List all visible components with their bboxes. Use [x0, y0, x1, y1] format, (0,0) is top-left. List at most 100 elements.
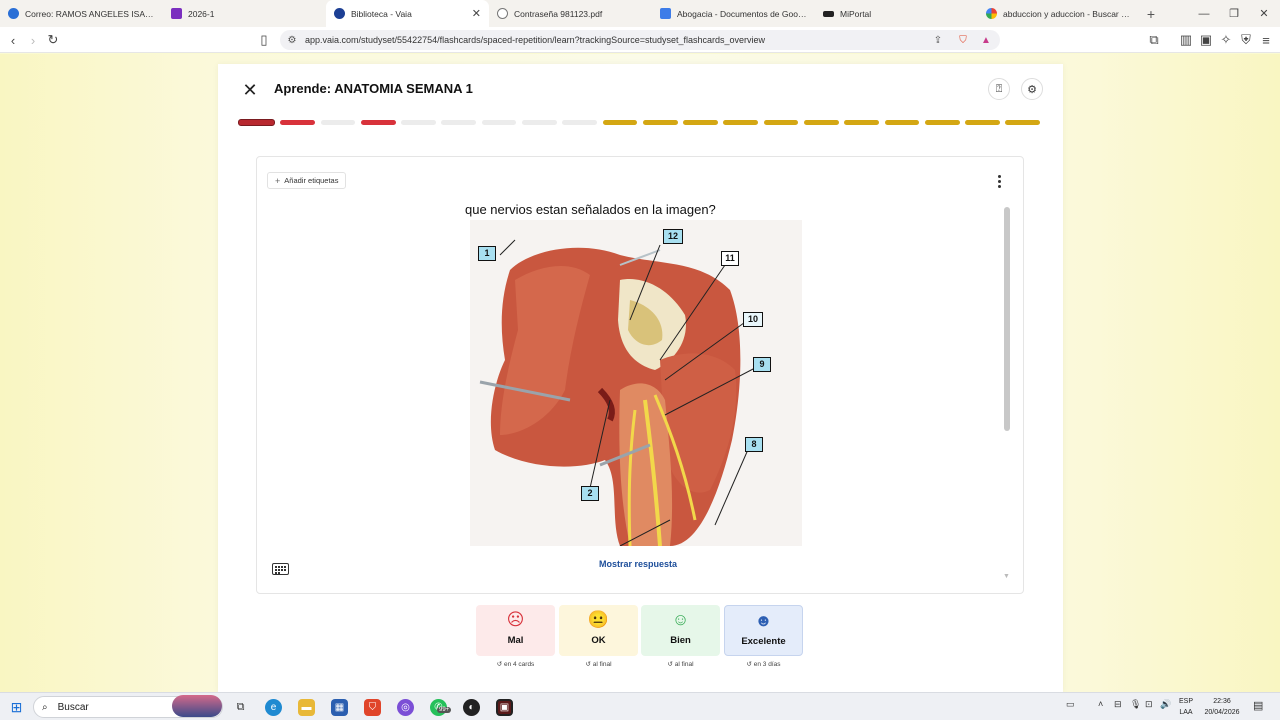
browser-tab[interactable]: Contraseña 981123.pdf [489, 0, 652, 27]
tab-label: Abogacia - Documentos de Google [677, 8, 807, 19]
progress-segment [884, 120, 920, 125]
extensions-icon[interactable]: ⧉ [1146, 32, 1162, 48]
display-icon[interactable]: ▭ [1066, 699, 1075, 710]
progress-bar [238, 119, 1041, 126]
progress-segment [683, 120, 718, 125]
search-highlight-image[interactable] [172, 695, 222, 717]
close-window-icon[interactable]: ✕ [1248, 0, 1280, 27]
onenote-icon [171, 8, 182, 19]
progress-segment [441, 120, 477, 125]
label-box: 12 [663, 229, 683, 244]
app-icon[interactable]: ◐ [463, 699, 480, 716]
show-answer-link[interactable]: Mostrar respuesta [599, 559, 677, 569]
address-bar[interactable]: ⚙ app.vaia.com/studyset/55422754/flashca… [280, 30, 1000, 50]
rate-bad-button[interactable]: ☹ Mal [476, 605, 555, 656]
progress-segment [401, 120, 436, 125]
browser-tab[interactable]: Correo: RAMOS ANGELES ISABEL CH [0, 0, 163, 27]
wallet-icon[interactable]: ▣ [1198, 32, 1214, 48]
close-tab-icon[interactable]: ✕ [472, 7, 481, 20]
scroll-down-icon[interactable]: ▼ [1003, 573, 1010, 580]
keyboard-icon[interactable] [272, 563, 289, 575]
card-layout-icon[interactable]: ⍰ [988, 78, 1010, 100]
rate-label: Bien [670, 635, 691, 646]
browser-tab[interactable]: abduccion y aduccion - Buscar con G [978, 0, 1141, 27]
file-explorer-icon[interactable]: ▬ [298, 699, 315, 716]
browser-tab-active[interactable]: Biblioteca - Vaia ✕ [326, 0, 489, 27]
anatomy-image: 1 12 11 10 9 8 2 [470, 220, 802, 546]
google-icon [986, 8, 997, 19]
system-clock[interactable]: 22:36 20/04/2026 [1200, 696, 1244, 718]
browser-navbar: ‹ › ↻ ▯ ⚙ app.vaia.com/studyset/55422754… [0, 27, 1280, 53]
rate-ok-button[interactable]: 😐 OK [559, 605, 638, 656]
more-options-icon[interactable] [993, 172, 1005, 190]
page-title: Aprende: ANATOMIA SEMANA 1 [274, 81, 473, 96]
brave-icon[interactable]: ⛉ [364, 699, 381, 716]
progress-segment [280, 120, 316, 125]
usb-icon[interactable]: ⊟ [1114, 699, 1122, 710]
brave-shield-icon[interactable]: ⛉ [957, 34, 969, 46]
card-scrollbar[interactable] [1004, 207, 1010, 431]
microphone-icon[interactable]: 🎙 [1130, 699, 1141, 710]
progress-segment [924, 120, 960, 125]
restore-icon[interactable]: ❐ [1218, 0, 1250, 27]
clock-time: 22:36 [1213, 698, 1231, 705]
store-icon[interactable]: ▦ [331, 699, 348, 716]
new-tab-icon[interactable]: + [1141, 6, 1161, 22]
lang-line1: ESP [1178, 698, 1193, 705]
rate-interval-note: ↺ al final [585, 661, 612, 668]
reload-icon[interactable]: ↻ [45, 32, 61, 48]
site-info-icon[interactable]: ⚙ [286, 34, 298, 46]
sidebar-icon[interactable]: ▥ [1178, 32, 1194, 48]
back-icon[interactable]: ‹ [5, 32, 21, 48]
bookmark-icon[interactable]: ▯ [256, 32, 272, 48]
edge-icon[interactable]: e [265, 699, 282, 716]
active-app-icon[interactable]: ▣ [496, 699, 513, 716]
question-text: que nervios estan señalados en la imagen… [465, 202, 716, 217]
gear-icon[interactable]: ⚙ [1021, 78, 1043, 100]
menu-icon[interactable]: ≡ [1258, 32, 1274, 48]
smile-face-icon: ☺ [671, 610, 690, 629]
progress-segment [965, 120, 1000, 125]
whatsapp-badge: 99+ [437, 707, 452, 713]
chevron-up-icon[interactable]: ˄ [1098, 699, 1103, 709]
leo-ai-icon[interactable]: ✧ [1218, 32, 1234, 48]
browser-tab[interactable]: 2026-1 [163, 0, 326, 27]
task-view-icon[interactable]: ⧉ [232, 699, 249, 716]
vpn-icon[interactable]: ⛨ [1238, 32, 1254, 48]
tab-label: Biblioteca - Vaia [351, 8, 412, 19]
rate-note-text: al final [674, 661, 694, 668]
network-icon[interactable]: ⊡ [1145, 699, 1153, 710]
minimize-icon[interactable]: — [1188, 0, 1220, 27]
brave-rewards-icon[interactable]: ▲ [980, 34, 992, 46]
add-tags-button[interactable]: + Añadir etiquetas [267, 172, 347, 189]
rate-note-text: en 4 cards [503, 661, 535, 668]
progress-segment [602, 120, 638, 125]
rate-note-text: al final [592, 661, 612, 668]
forward-icon[interactable]: › [25, 32, 41, 48]
browser-tab[interactable]: Abogacia - Documentos de Google [652, 0, 815, 27]
close-icon[interactable]: ✕ [241, 81, 259, 99]
browser-tab[interactable]: MiPortal [815, 0, 978, 27]
rate-excellent-button[interactable]: ☻ Excelente [724, 605, 803, 656]
progress-segment [803, 120, 839, 125]
progress-segment [360, 120, 396, 125]
search-icon: ⌕ [42, 701, 48, 713]
progress-segment [763, 120, 799, 125]
rate-good-button[interactable]: ☺ Bien [641, 605, 720, 656]
notification-icon[interactable]: ▤ [1253, 699, 1263, 712]
label-box: 11 [721, 251, 739, 266]
language-indicator[interactable]: ESP LAA [1176, 696, 1196, 718]
grin-face-icon: ☻ [754, 611, 773, 630]
rate-interval-note: ↺ al final [667, 661, 694, 668]
copilot-icon[interactable]: ◎ [397, 699, 414, 716]
tab-label: MiPortal [840, 8, 872, 19]
frown-face-icon: ☹ [506, 610, 525, 629]
volume-icon[interactable]: 🔊 [1160, 699, 1171, 710]
share-icon[interactable]: ⇪ [932, 34, 944, 46]
label-box: 9 [753, 357, 771, 372]
progress-segment [238, 119, 275, 126]
url-text: app.vaia.com/studyset/55422754/flashcard… [305, 35, 766, 45]
rate-interval-note: ↺ en 4 cards [496, 661, 535, 668]
progress-segment [1005, 120, 1041, 125]
windows-start-icon[interactable]: ⊞ [8, 699, 25, 716]
